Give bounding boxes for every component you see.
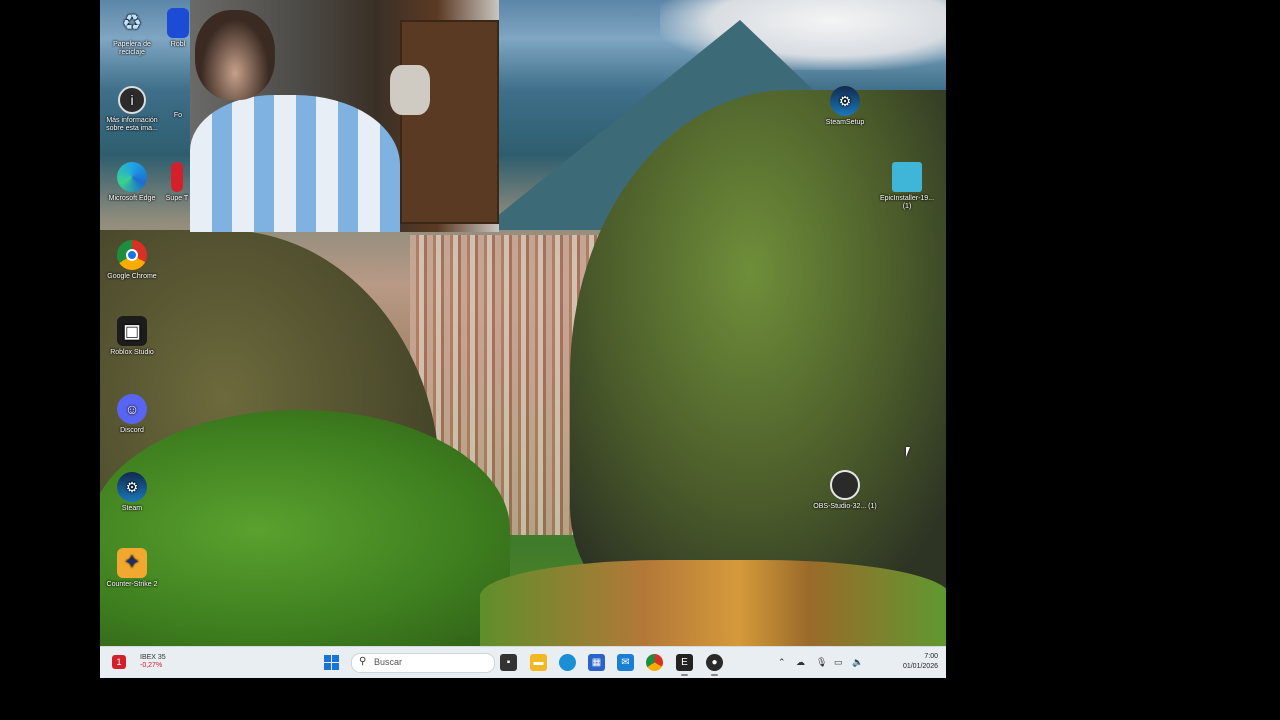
desktop-icon-discord[interactable]: ☺ Discord [100,394,164,435]
file-explorer-icon[interactable]: ▬ [530,654,547,671]
taskbar: 1 IBEX 35 -0,27% ⚲ Buscar ▪ ▬ ▦ ✉ E ● ⌃ … [100,646,946,678]
webcam-bag [390,65,430,115]
epic-games-icon[interactable]: E [676,654,693,676]
desktop-icon-label: SteamSetup [825,119,865,126]
obs-icon[interactable]: ● [706,654,723,676]
network-icon[interactable]: ▭ [834,657,843,668]
steam-icon: ⚙ [117,472,147,502]
roblox-studio-icon: ▣ [117,316,147,346]
webcam-person-head [195,10,275,100]
desktop-icon-edge[interactable]: Microsoft Edge [100,162,164,203]
desktop-icon-recycle-bin[interactable]: ♻ Papelera de reciclaje [100,8,164,57]
desktop-icon-obs-studio[interactable]: OBS-Studio-32... (1) [813,470,877,511]
desktop-icon-epic-installer[interactable]: EpicInstaller-19... (1) [875,162,939,211]
discord-icon: ☺ [117,394,147,424]
chrome-icon [117,240,147,270]
desktop-icon-partial-2[interactable]: Fo [164,112,192,120]
desktop-icon-more-info[interactable]: i Más información sobre esta ima... [100,86,164,133]
desktop-icon-partial-3[interactable]: Supe T [162,162,192,203]
steam-setup-icon: ⚙ [830,86,860,116]
app-icon [171,162,183,192]
obs-studio-icon [830,470,860,500]
counter-strike-icon: ✦ [117,548,147,578]
desktop-icon-label: Robl [170,41,186,48]
chrome-icon[interactable] [646,654,663,671]
windows-logo-icon [324,655,331,662]
desktop-icon-label: Más información sobre esta ima... [106,117,158,132]
webcam-person-shirt [190,95,400,232]
desktop-icon-label: Supe T [165,195,189,202]
clock-time: 7:00 [924,653,938,660]
chevron-up-icon[interactable]: ⌃ [778,657,786,668]
desktop-icon-counter-strike[interactable]: ✦ Counter-Strike 2 [100,548,164,589]
roblox-icon [167,8,189,38]
desktop-icon-label: OBS-Studio-32... (1) [813,503,877,510]
desktop-icon-roblox-studio[interactable]: ▣ Roblox Studio [100,316,164,357]
desktop-icon-steam[interactable]: ⚙ Steam [100,472,164,513]
task-view-icon[interactable]: ▪ [500,654,517,671]
store-icon[interactable]: ▦ [588,654,605,671]
wallpaper-forest-bottom [480,560,946,646]
info-icon: i [118,86,146,114]
desktop-icon-label: Counter-Strike 2 [106,581,158,588]
widgets-button[interactable]: 1 IBEX 35 -0,27% [108,654,168,671]
search-icon: ⚲ [359,656,367,667]
desktop-icon-label: Roblox Studio [110,349,154,356]
webcam-dresser [400,20,499,224]
system-tray: ⌃ ☁ 🎙 ▭ 🔈 7:00 01/01/2026 [778,647,938,678]
webcam-overlay [190,0,499,232]
clock[interactable]: 7:00 01/01/2026 [903,652,938,672]
desktop-icon-label: Discord [120,427,144,434]
epic-installer-icon [892,162,922,192]
mail-icon[interactable]: ✉ [617,654,634,671]
desktop-icon-label: Google Chrome [107,273,157,280]
volume-icon[interactable]: 🔈 [852,657,863,668]
edge-icon[interactable] [559,654,576,671]
search-placeholder: Buscar [374,657,403,667]
desktop-icon-label: Fo [173,112,183,119]
start-button[interactable] [324,654,341,671]
desktop-icon-label: Steam [121,505,143,512]
desktop-icon-label: Papelera de reciclaje [113,41,151,56]
search-box[interactable]: ⚲ Buscar [351,653,495,673]
desktop-icon-chrome[interactable]: Google Chrome [100,240,164,281]
microphone-icon[interactable]: 🎙 [816,657,827,668]
edge-icon [117,162,147,192]
stock-label: IBEX 35 [140,654,166,661]
desktop-icon-label: Microsoft Edge [108,195,156,202]
recycle-bin-icon: ♻ [122,10,142,35]
desktop-icon-steam-setup[interactable]: ⚙ SteamSetup [813,86,877,127]
onedrive-icon[interactable]: ☁ [796,657,805,668]
mouse-cursor [906,447,910,457]
clock-date: 01/01/2026 [902,663,938,670]
wallpaper-forest-left [100,410,510,646]
desktop-icon-label: EpicInstaller-19... (1) [879,195,935,210]
stock-alert-icon: 1 [112,655,126,669]
stock-change: -0,27% [140,662,163,669]
